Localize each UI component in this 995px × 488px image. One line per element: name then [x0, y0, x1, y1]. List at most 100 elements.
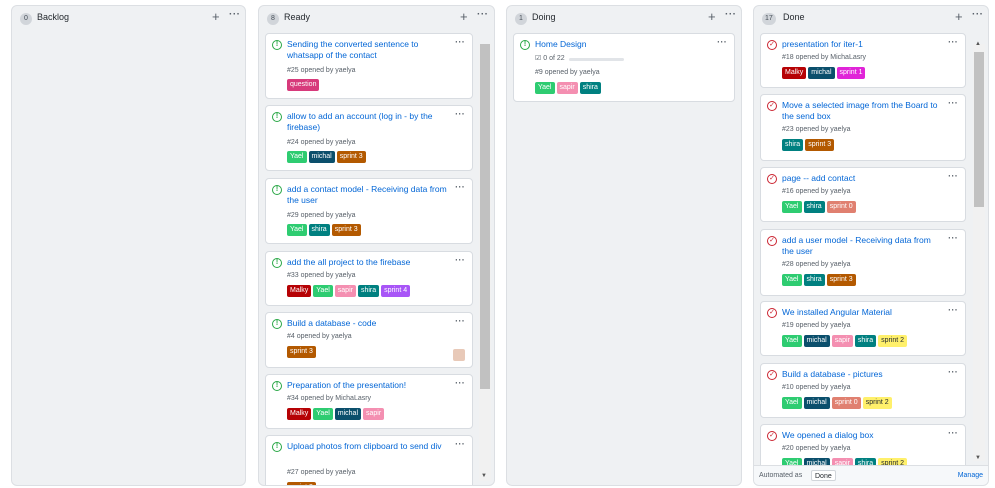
card-menu-icon[interactable]: ··· — [717, 37, 727, 47]
label-badge[interactable]: sprint 2 — [878, 335, 908, 347]
issue-card[interactable]: ✓ Build a database - pictures ··· #10 op… — [760, 363, 966, 418]
label-badge[interactable]: shira — [803, 201, 825, 213]
scroll-down-icon[interactable]: ▼ — [481, 473, 487, 479]
issue-card[interactable]: ! Home Design ··· ☑ 0 of 22 #9 opened by… — [513, 33, 735, 102]
column-menu-icon[interactable]: ··· — [477, 9, 489, 20]
card-title[interactable]: add a user model - Receiving data from t… — [782, 235, 942, 257]
card-menu-icon[interactable]: ··· — [948, 98, 958, 108]
add-card-icon[interactable]: + — [708, 9, 716, 25]
card-title[interactable]: Preparation of the presentation! — [287, 380, 447, 391]
issue-card[interactable]: ✓ We installed Angular Material ··· #19 … — [760, 301, 966, 356]
issue-card[interactable]: ! Sending the converted sentence to what… — [265, 33, 473, 99]
label-badge[interactable]: sprint 3 — [336, 151, 366, 163]
column-menu-icon[interactable]: ··· — [229, 9, 241, 20]
label-badge[interactable]: Yael — [535, 82, 555, 94]
add-card-icon[interactable]: + — [460, 9, 468, 25]
label-badge[interactable]: Malky — [782, 67, 807, 79]
card-title[interactable]: add a contact model - Receiving data fro… — [287, 184, 447, 206]
add-card-icon[interactable]: + — [955, 9, 963, 25]
issue-card[interactable]: ! add a contact model - Receiving data f… — [265, 178, 473, 244]
card-title[interactable]: We opened a dialog box — [782, 430, 942, 441]
label-badge[interactable]: sprint 3 — [287, 482, 316, 485]
label-badge[interactable]: Yael — [782, 274, 802, 286]
label-badge[interactable]: sapir — [363, 408, 385, 420]
card-menu-icon[interactable]: ··· — [455, 378, 465, 388]
label-badge[interactable]: sapir — [334, 285, 356, 297]
column-scrollbar[interactable]: ▼ — [479, 44, 491, 481]
card-title[interactable]: presentation for iter-1 — [782, 39, 942, 50]
label-badge[interactable]: sprint 3 — [331, 224, 361, 236]
card-menu-icon[interactable]: ··· — [948, 37, 958, 47]
label-badge[interactable]: shira — [308, 224, 330, 236]
card-title[interactable]: Build a database - pictures — [782, 369, 942, 380]
label-badge[interactable]: shira — [854, 335, 877, 347]
label-badge[interactable]: sapir — [831, 335, 853, 347]
assignee-avatar[interactable] — [453, 349, 465, 361]
label-badge[interactable]: Yael — [782, 201, 802, 213]
label-badge[interactable]: Yael — [287, 224, 307, 236]
add-card-icon[interactable]: + — [212, 9, 220, 25]
label-badge[interactable]: sapir — [556, 82, 578, 94]
scroll-down-icon[interactable]: ▼ — [975, 455, 981, 461]
label-badge[interactable]: sprint 4 — [381, 285, 411, 297]
card-title[interactable]: Sending the converted sentence to whatsa… — [287, 39, 447, 61]
label-badge[interactable]: michal — [334, 408, 362, 420]
label-badge[interactable]: Yael — [782, 335, 802, 347]
scroll-thumb[interactable] — [974, 52, 984, 207]
label-badge[interactable]: sprint 2 — [862, 397, 892, 409]
label-badge[interactable]: sprint 3 — [826, 274, 856, 286]
card-menu-icon[interactable]: ··· — [455, 182, 465, 192]
issue-card[interactable]: ✓ Move a selected image from the Board t… — [760, 94, 966, 161]
column-scrollbar[interactable]: ▲ ▼ — [973, 41, 985, 461]
card-title[interactable]: page -- add contact — [782, 173, 942, 184]
issue-card[interactable]: ✓ add a user model - Receiving data from… — [760, 229, 966, 296]
issue-card[interactable]: ! add the all project to the firebase ··… — [265, 251, 473, 306]
manage-automation-link[interactable]: Manage — [958, 472, 983, 479]
card-title[interactable]: Upload photos from clipboard to send div — [287, 441, 447, 452]
label-badge[interactable]: sprint 3 — [287, 346, 316, 358]
card-title[interactable]: Home Design — [535, 39, 695, 50]
label-badge[interactable]: Yael — [313, 285, 333, 297]
card-menu-icon[interactable]: ··· — [455, 109, 465, 119]
label-badge[interactable]: michal — [308, 151, 335, 163]
card-menu-icon[interactable]: ··· — [948, 305, 958, 315]
card-menu-icon[interactable]: ··· — [948, 428, 958, 438]
label-badge[interactable]: Yael — [782, 397, 802, 409]
card-menu-icon[interactable]: ··· — [948, 233, 958, 243]
label-badge[interactable]: michal — [808, 67, 835, 79]
issue-card[interactable]: ! Build a database - code ··· #4 opened … — [265, 312, 473, 368]
issue-card[interactable]: ! allow to add an account (log in - by t… — [265, 105, 473, 171]
label-badge[interactable]: Yael — [287, 151, 307, 163]
column-menu-icon[interactable]: ··· — [972, 9, 984, 20]
label-badge[interactable]: question — [287, 79, 320, 91]
label-badge[interactable]: Malky — [287, 285, 312, 297]
card-title[interactable]: add the all project to the firebase — [287, 257, 447, 268]
card-title[interactable]: allow to add an account (log in - by the… — [287, 111, 447, 133]
card-menu-icon[interactable]: ··· — [948, 367, 958, 377]
issue-card[interactable]: ! Upload photos from clipboard to send d… — [265, 435, 473, 485]
label-badge[interactable]: sprint 0 — [831, 397, 861, 409]
scroll-thumb[interactable] — [480, 44, 490, 389]
label-badge[interactable]: sprint 3 — [805, 139, 835, 151]
column-menu-icon[interactable]: ··· — [725, 9, 737, 20]
label-badge[interactable]: Malky — [287, 408, 312, 420]
card-menu-icon[interactable]: ··· — [455, 255, 465, 265]
label-badge[interactable]: shira — [357, 285, 380, 297]
issue-card[interactable]: ✓ page -- add contact ··· #16 opened by … — [760, 167, 966, 222]
card-menu-icon[interactable]: ··· — [948, 171, 958, 181]
card-menu-icon[interactable]: ··· — [455, 37, 465, 47]
card-menu-icon[interactable]: ··· — [455, 439, 465, 449]
label-badge[interactable]: sprint 0 — [826, 201, 856, 213]
card-title[interactable]: Build a database - code — [287, 318, 447, 329]
card-menu-icon[interactable]: ··· — [455, 316, 465, 326]
issue-card[interactable]: ! Preparation of the presentation! ··· #… — [265, 374, 473, 429]
label-badge[interactable]: michal — [803, 335, 830, 347]
label-badge[interactable]: Yael — [313, 408, 333, 420]
issue-card[interactable]: ✓ presentation for iter-1 ··· #18 opened… — [760, 33, 966, 88]
card-title[interactable]: We installed Angular Material — [782, 307, 942, 318]
label-badge[interactable]: shira — [803, 274, 825, 286]
scroll-up-icon[interactable]: ▲ — [975, 41, 981, 47]
label-badge[interactable]: shira — [782, 139, 804, 151]
label-badge[interactable]: michal — [803, 397, 830, 409]
label-badge[interactable]: sprint 1 — [836, 67, 866, 79]
